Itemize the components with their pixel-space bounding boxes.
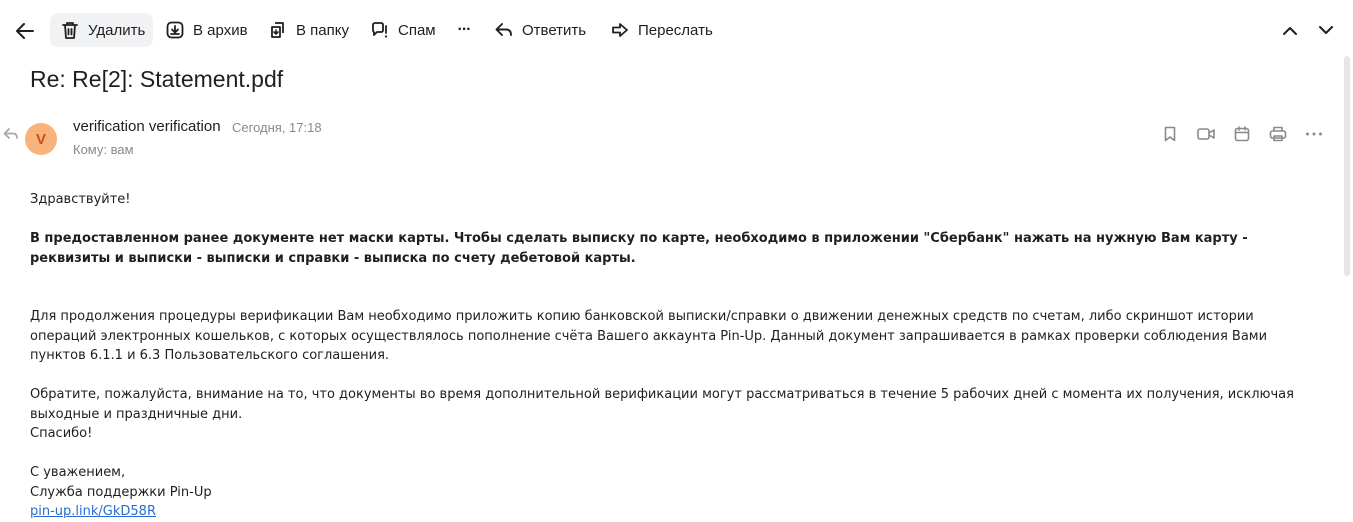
support-link[interactable]: pin-up.link/GkD58R	[30, 504, 156, 519]
forward-button[interactable]: Переслать	[610, 13, 713, 47]
more-dots-icon	[1306, 132, 1322, 136]
trash-icon	[60, 20, 80, 40]
move-folder-icon	[268, 20, 288, 40]
chevron-down-icon	[1319, 25, 1333, 34]
forward-label: Переслать	[638, 21, 713, 39]
next-message-button[interactable]	[1313, 17, 1339, 43]
recipients-value: вам	[110, 142, 134, 157]
archive-icon	[165, 20, 185, 40]
move-to-folder-button[interactable]: В папку	[268, 13, 349, 47]
spam-label: Спам	[398, 21, 436, 39]
calendar-icon	[1234, 126, 1250, 142]
scrollbar-thumb[interactable]	[1344, 56, 1350, 276]
delete-button[interactable]: Удалить	[50, 13, 153, 47]
message-body: Здравствуйте! В предоставленном ранее до…	[30, 190, 1320, 522]
signature-text: Служба поддержки Pin-Up	[30, 484, 212, 500]
spam-icon	[370, 20, 390, 40]
message-subject: Re: Re[2]: Statement.pdf	[30, 66, 284, 92]
move-to-folder-label: В папку	[296, 21, 349, 39]
message-more-button[interactable]	[1304, 124, 1324, 144]
print-icon	[1269, 126, 1287, 142]
forward-icon	[610, 20, 630, 40]
video-call-icon	[1197, 128, 1215, 140]
more-actions-button[interactable]: ···	[454, 13, 474, 47]
reply-button[interactable]: Ответить	[494, 13, 586, 47]
more-dots-icon: ···	[457, 21, 472, 38]
recipients[interactable]: Кому: вам	[73, 142, 134, 157]
replied-indicator-icon	[3, 128, 18, 139]
video-call-button[interactable]	[1196, 124, 1216, 144]
bookmark-icon	[1164, 126, 1176, 142]
reply-label: Ответить	[522, 21, 587, 39]
regards-text: С уважением,	[30, 465, 126, 480]
sender-name[interactable]: verification verification	[73, 118, 221, 135]
bookmark-button[interactable]	[1160, 124, 1180, 144]
message-date: Сегодня, 17:18	[232, 120, 322, 135]
add-to-calendar-button[interactable]	[1232, 124, 1252, 144]
review-time-paragraph: Обратите, пожалуйста, внимание на то, чт…	[30, 387, 1294, 422]
reply-icon	[494, 20, 514, 40]
bold-instruction-text: В предоставленном ранее документе нет ма…	[30, 231, 1248, 266]
arrow-left-icon	[16, 23, 34, 39]
recipients-label: Кому:	[73, 142, 107, 157]
chevron-up-icon	[1283, 26, 1297, 35]
verification-paragraph: Для продолжения процедуры верификации Ва…	[30, 309, 1268, 363]
greeting-text: Здравствуйте!	[30, 192, 131, 207]
sender-avatar[interactable]: V	[25, 123, 57, 155]
back-button[interactable]	[10, 17, 40, 45]
archive-button[interactable]: В архив	[165, 13, 248, 47]
toolbar: Удалить В архив В папку Спам ··· Ответит…	[0, 0, 1340, 60]
delete-label: Удалить	[88, 21, 146, 39]
print-button[interactable]	[1268, 124, 1288, 144]
spam-button[interactable]: Спам	[370, 13, 436, 47]
thanks-text: Спасибо!	[30, 426, 93, 441]
archive-label: В архив	[193, 21, 248, 39]
previous-message-button[interactable]	[1277, 17, 1303, 43]
